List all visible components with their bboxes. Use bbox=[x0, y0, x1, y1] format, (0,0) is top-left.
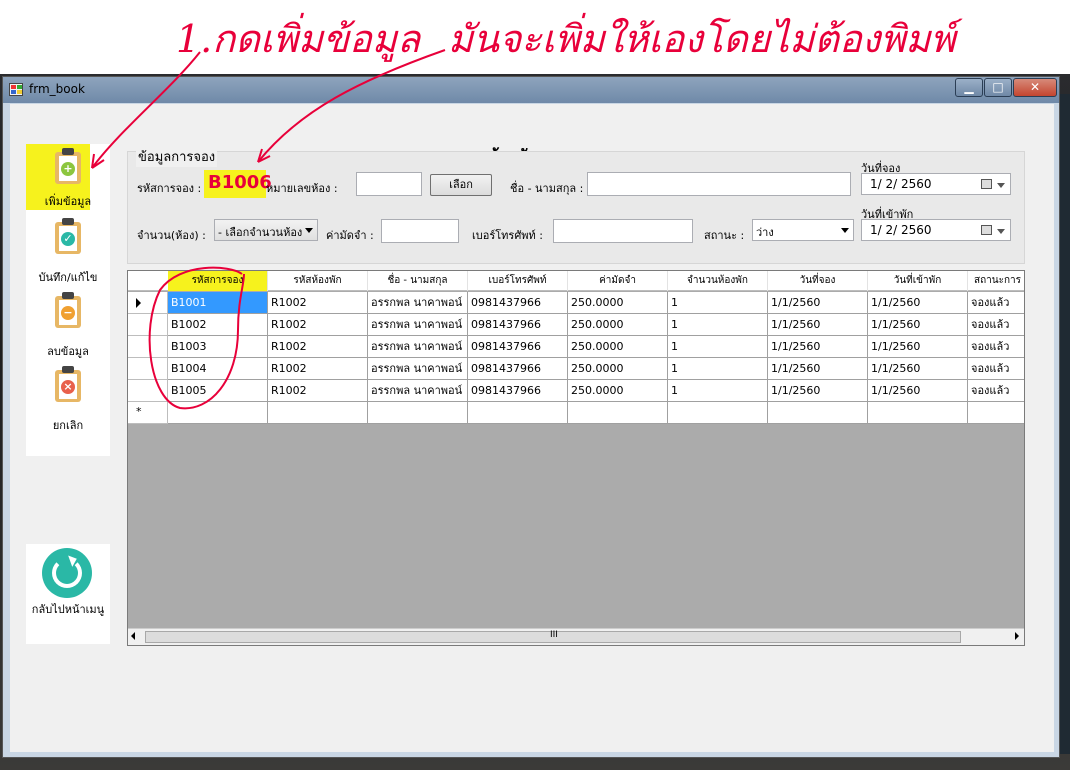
annotation-overlay bbox=[91, 49, 446, 410]
annotation-arrow-add bbox=[91, 51, 201, 169]
annotation-arrow-code bbox=[257, 49, 446, 163]
annotation-circle-codes bbox=[148, 266, 245, 410]
